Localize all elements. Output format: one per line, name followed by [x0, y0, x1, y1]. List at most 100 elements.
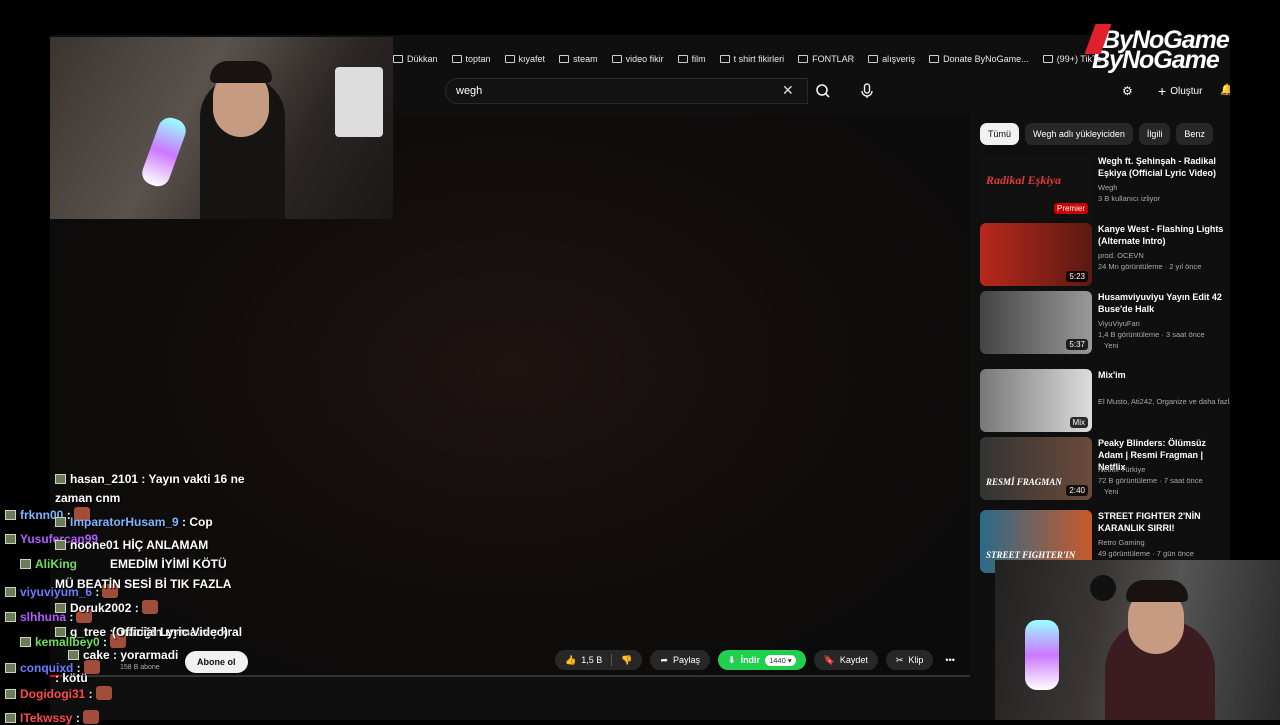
share-button[interactable]: ➦ Paylaş — [650, 650, 711, 670]
bell-icon[interactable]: 🔔 — [1220, 83, 1230, 96]
chat-badge-icon — [55, 540, 66, 550]
folder-icon — [504, 55, 515, 63]
recommendation-item[interactable]: Radikal Eşkiya Premier Wegh ft. Şehinşah -… — [980, 155, 1230, 219]
chat-message: AliKing — [20, 557, 77, 571]
chat-badge-icon — [68, 650, 79, 660]
video-thumbnail[interactable]: Radikal Eşkiya Premier — [980, 155, 1092, 218]
chat-username: ITekwssy — [20, 711, 73, 725]
chat-message: hasan_2101 : Yayın vakti 16 ne — [55, 472, 245, 486]
subscribe-button[interactable]: Abone ol — [185, 651, 248, 673]
video-meta: 24 Mn görüntüleme · 2 yıl önce — [1098, 262, 1202, 271]
thumbnail-text: Radikal Eşkiya — [986, 173, 1062, 187]
voice-search-button[interactable] — [856, 80, 878, 102]
video-duration: 2:40 — [1066, 485, 1088, 496]
video-thumbnail[interactable]: Mix — [980, 369, 1092, 432]
chat-badge-icon — [5, 612, 16, 622]
share-label: Paylaş — [673, 655, 701, 665]
channel-name[interactable]: Retro Gaming — [1098, 537, 1230, 548]
chat-message: EMEDİM İYİMİ KÖTÜ — [110, 557, 227, 571]
bookmark-item[interactable]: film — [677, 54, 706, 64]
quality-value: 1440 — [769, 655, 786, 665]
folder-icon — [798, 55, 809, 63]
recommendation-item[interactable]: Mix Mix'im El Musto, Ati242, Organize ve d… — [980, 369, 1230, 433]
microphone-icon — [861, 83, 873, 98]
chat-username: kemallbey0 — [35, 635, 100, 649]
search-input[interactable] — [456, 85, 756, 97]
video-title[interactable]: Kanye West - Flashing Lights (Alternate … — [1098, 223, 1230, 247]
clip-button[interactable]: ✂ Klip — [885, 650, 934, 670]
create-button[interactable]: + Oluştur — [1150, 78, 1210, 104]
folder-icon — [451, 55, 462, 63]
streamer-hair — [1126, 580, 1188, 602]
video-meta: 72 B görüntüleme · 7 saat önce — [1098, 476, 1203, 485]
like-count: 1,5 B — [581, 655, 603, 665]
bynogame-logo: ByNoGame ByNoGame — [1062, 22, 1272, 78]
chat-message: ITekwssy : — [5, 710, 99, 725]
channel-name[interactable]: Wegh — [1098, 182, 1230, 193]
bookmark-item[interactable]: toptan — [451, 54, 491, 64]
chat-message: ImparatorHusam_9 : Cop — [55, 515, 213, 529]
video-title[interactable]: Wegh ft. Şehinşah - Radikal Eşkiya (Offi… — [1098, 155, 1230, 179]
filter-chip[interactable]: İlgili — [1138, 123, 1171, 145]
recommendation-item[interactable]: 5:23 Kanye West - Flashing Lights (Altern… — [980, 223, 1230, 287]
download-icon: ⬇ — [728, 654, 736, 665]
bookmark-item[interactable]: kıyafet — [504, 54, 545, 64]
clear-search-icon[interactable]: ✕ — [782, 82, 794, 99]
search-box[interactable] — [445, 78, 808, 104]
bookmark-item[interactable]: video fikir — [611, 54, 664, 64]
video-thumbnail[interactable]: 5:37 — [980, 291, 1092, 354]
bookmark-item[interactable]: t shirt fikirleri — [719, 54, 785, 64]
video-title-fragment: (Official Lyric Video) — [112, 625, 229, 639]
quality-select[interactable]: 1440 ▾ — [765, 654, 796, 666]
gear-icon[interactable]: ⚙ — [1122, 84, 1133, 98]
chat-badge-icon — [5, 663, 16, 673]
channel-name[interactable]: prod. OCEVN — [1098, 250, 1230, 261]
chat-username: Doruk2002 — [70, 601, 132, 615]
chat-emote-icon — [82, 710, 99, 724]
video-actions: 👍 1,5 B 👎 ➦ Paylaş ⬇ İndir 1440 ▾ 🔖 Kayd… — [555, 650, 959, 670]
channel-name[interactable]: ViyuViyuFan — [1098, 318, 1230, 329]
recommendation-item[interactable]: RESMİ FRAGMAN 2:40 Peaky Blinders: Ölümsüz… — [980, 437, 1230, 501]
chat-text: zaman cnm — [55, 491, 121, 505]
video-meta: 49 görüntüleme · 7 gün önce — [1098, 549, 1194, 558]
filter-chip[interactable]: Tümü — [980, 123, 1020, 145]
subscribe-label: Abone ol — [197, 657, 236, 667]
bookmark-label: alışveriş — [882, 54, 916, 64]
video-title[interactable]: Mix'im — [1098, 369, 1230, 381]
streamer-webcam-bottom — [995, 560, 1280, 720]
like-button[interactable]: 👍 1,5 B 👎 — [555, 650, 643, 670]
chat-text: : — [131, 601, 139, 615]
video-title[interactable]: STREET FIGHTER 2'NİN KARANLIK SIRRI! — [1098, 510, 1230, 534]
chat-text: : yorarmadi — [109, 648, 179, 662]
bookmark-item[interactable]: Donate ByNoGame... — [929, 54, 1029, 64]
search-button[interactable] — [808, 78, 838, 104]
video-thumbnail[interactable]: RESMİ FRAGMAN 2:40 — [980, 437, 1092, 500]
filter-chip[interactable]: Benz — [1176, 123, 1213, 145]
save-button[interactable]: 🔖 Kaydet — [813, 650, 878, 670]
chat-message: MÜ BEATİN SESİ Bİ TIK FAZLA — [55, 577, 231, 591]
video-meta: 1,4 B görüntüleme · 3 saat önce — [1098, 330, 1205, 339]
bookmark-label: FONTLAR — [812, 54, 855, 64]
channel-name[interactable]: Netflix Türkiye — [1098, 464, 1230, 475]
thumbs-down-icon[interactable]: 👎 — [621, 655, 632, 666]
chat-text: : — [85, 687, 93, 701]
video-duration: 5:23 — [1066, 271, 1088, 282]
bookmark-item[interactable]: alışveriş — [868, 54, 915, 64]
chat-emote-icon — [95, 686, 112, 700]
bookmark-item[interactable]: steam — [559, 54, 598, 64]
chat-message: Doruk2002 : — [55, 600, 158, 615]
logo-text-shadow: ByNoGame — [1092, 46, 1220, 74]
channel-name[interactable]: El Musto, Ati242, Organize ve daha fazla… — [1098, 396, 1230, 407]
recommendation-item[interactable]: 5:37 Husamviyuviyu Yayın Edit 42 Buse'de … — [980, 291, 1230, 355]
bookmark-item[interactable]: Dükkan — [393, 54, 438, 64]
video-duration: Mix — [1069, 417, 1088, 428]
chat-message: zaman cnm — [55, 491, 120, 505]
video-title[interactable]: Husamviyuviyu Yayın Edit 42 Buse'de Halk — [1098, 291, 1230, 315]
search-icon — [816, 84, 830, 98]
download-button[interactable]: ⬇ İndir 1440 ▾ — [718, 650, 806, 670]
video-thumbnail[interactable]: 5:23 — [980, 223, 1092, 286]
bookmark-label: t shirt fikirleri — [733, 54, 785, 64]
filter-chip[interactable]: Wegh adlı yükleyiciden — [1025, 123, 1133, 145]
bookmark-item[interactable]: FONTLAR — [798, 54, 854, 64]
more-actions-button[interactable]: ••• — [941, 650, 958, 670]
